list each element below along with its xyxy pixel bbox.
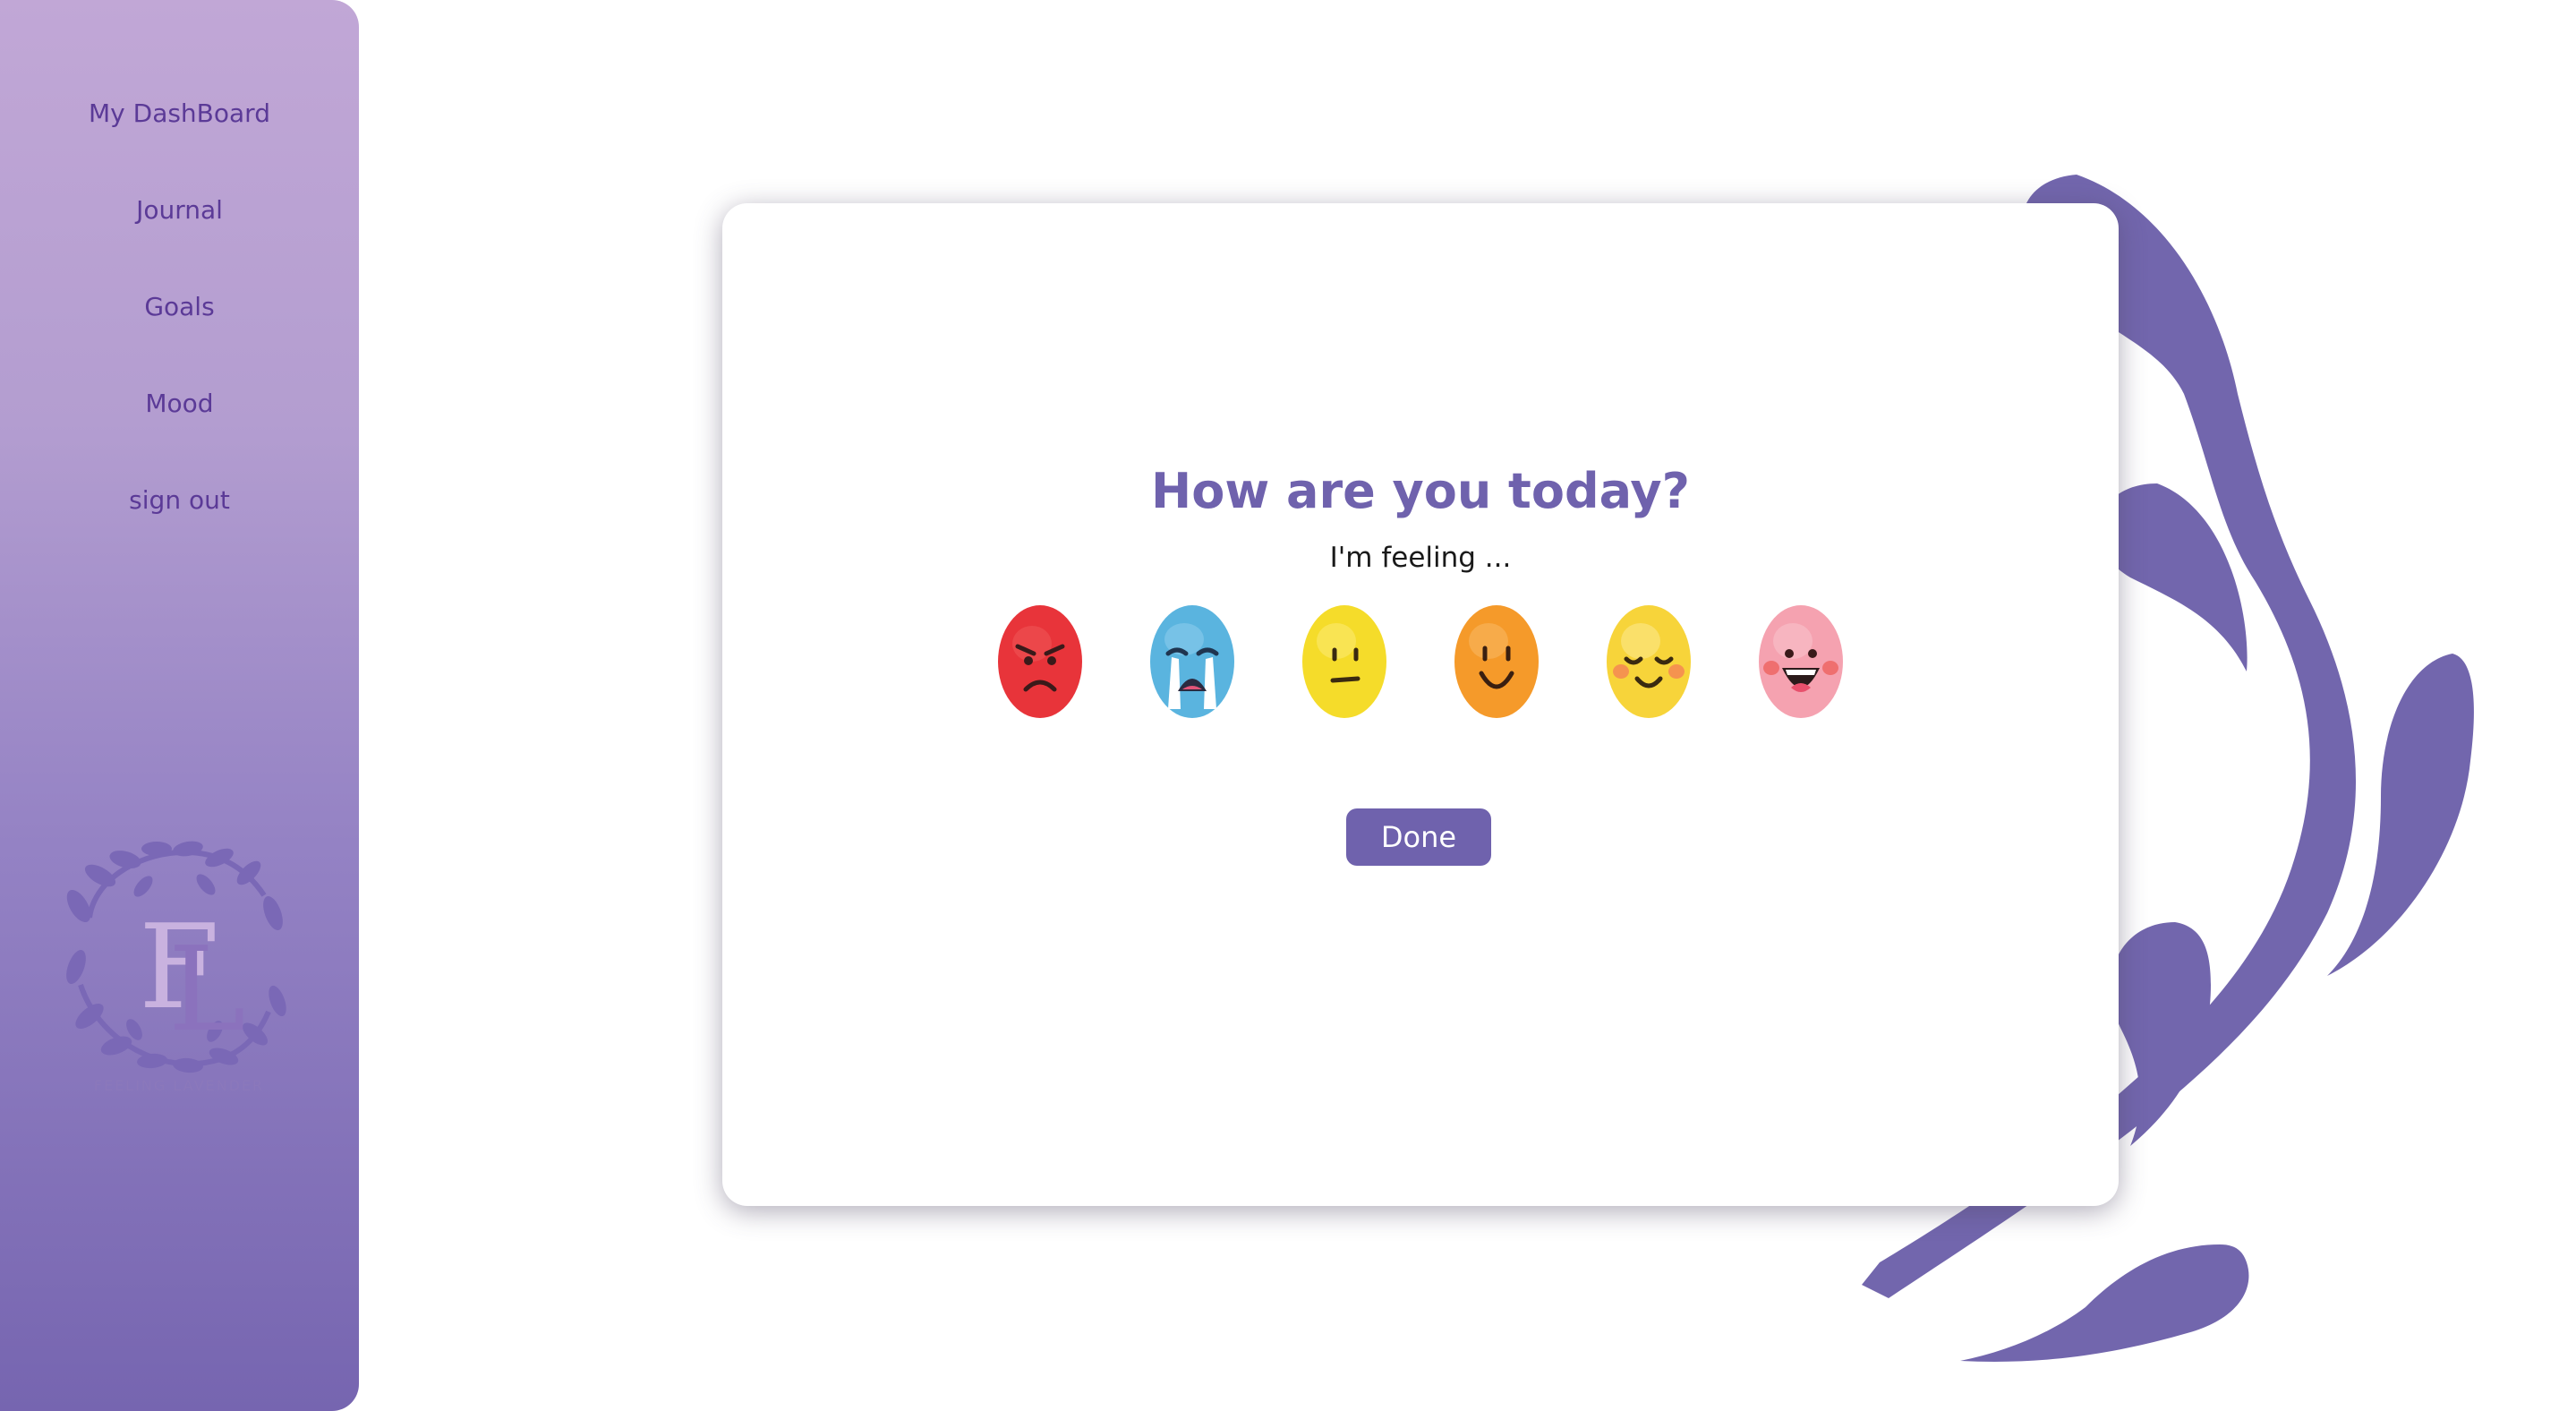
logo-monogram-l: L (168, 921, 245, 1057)
laughing-face-icon (1759, 605, 1843, 718)
sidebar-item-dashboard[interactable]: My DashBoard (0, 98, 359, 195)
mood-option-crying[interactable] (1148, 603, 1236, 720)
logo-caption: FEELING LAVENDER (93, 1077, 265, 1094)
angry-face-icon (998, 605, 1082, 718)
mood-option-content[interactable] (1605, 603, 1693, 720)
sidebar-nav: My DashBoard Journal Goals Mood sign out (0, 98, 359, 582)
mood-option-excited[interactable] (1757, 603, 1845, 720)
mood-option-angry[interactable] (996, 603, 1084, 720)
app-root: My DashBoard Journal Goals Mood sign out (0, 0, 2576, 1411)
content-face-icon (1607, 605, 1691, 718)
done-button[interactable]: Done (1346, 808, 1491, 866)
sidebar-item-goals[interactable]: Goals (0, 292, 359, 389)
mood-option-neutral[interactable] (1301, 603, 1388, 720)
crying-face-icon (1150, 605, 1234, 718)
sidebar: My DashBoard Journal Goals Mood sign out (0, 0, 359, 1411)
mood-option-happy[interactable] (1453, 603, 1540, 720)
mood-card: How are you today? I'm feeling ... Done (722, 203, 2119, 1206)
brand-logo: F L (66, 841, 286, 1073)
sidebar-item-mood[interactable]: Mood (0, 389, 359, 485)
neutral-face-icon (1302, 605, 1386, 718)
mood-question-title: How are you today? (1151, 463, 1690, 519)
smiling-face-icon (1454, 605, 1539, 718)
sidebar-item-journal[interactable]: Journal (0, 195, 359, 292)
sidebar-item-sign-out[interactable]: sign out (0, 485, 359, 582)
mood-options (722, 603, 2119, 720)
mood-prompt: I'm feeling ... (1329, 542, 1512, 574)
